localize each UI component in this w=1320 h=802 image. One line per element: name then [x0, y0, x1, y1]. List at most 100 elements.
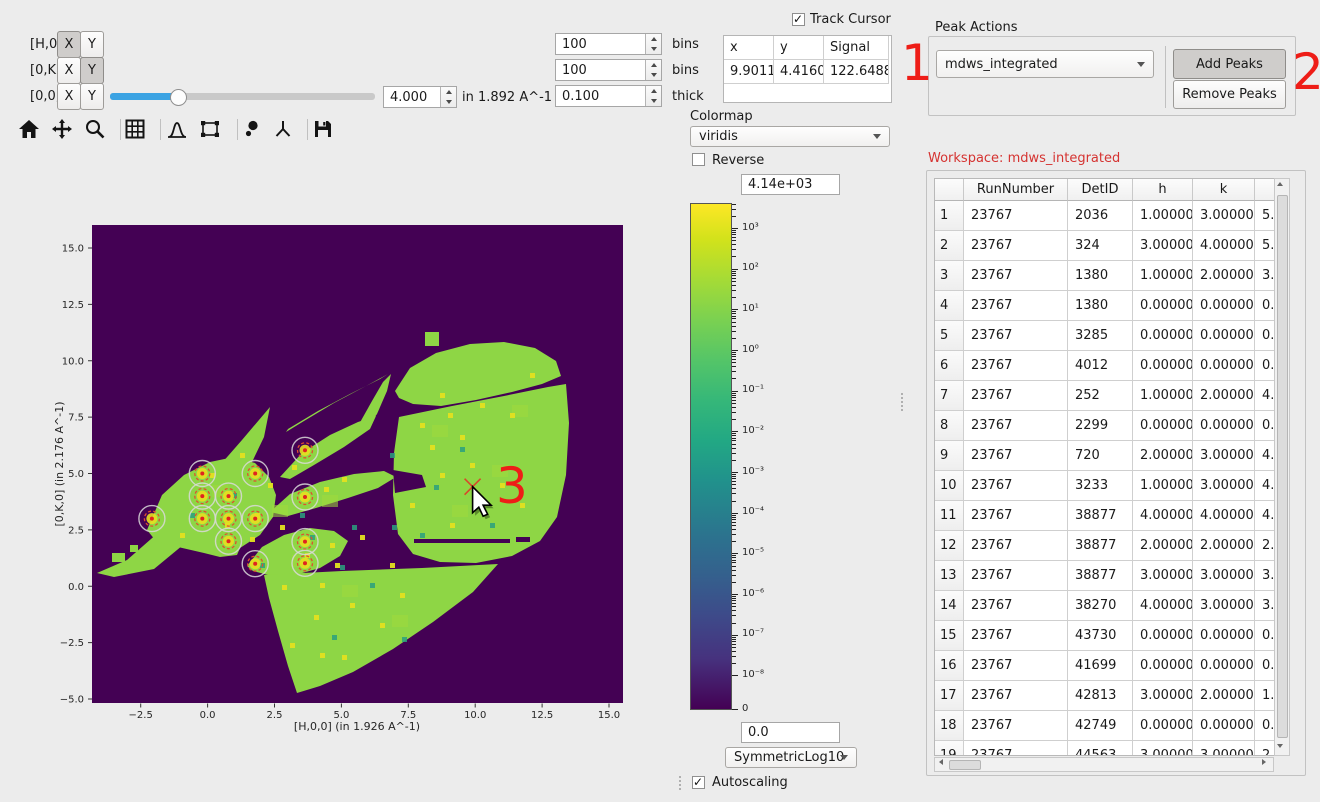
table-cell[interactable]: 4012	[1068, 351, 1133, 381]
row-header-cell[interactable]: 10	[935, 471, 964, 501]
table-row[interactable]: 82376722990.000000.000000.0	[935, 411, 1289, 441]
track-cursor-checkbox[interactable]	[792, 13, 805, 26]
remove-peaks-button[interactable]: Remove Peaks	[1173, 80, 1286, 109]
table-cell[interactable]: 0.00000	[1193, 711, 1255, 741]
table-cell[interactable]: 23767	[964, 501, 1068, 531]
table-cell[interactable]: 0.00000	[1133, 621, 1193, 651]
row-header-cell[interactable]: 6	[935, 351, 964, 381]
table-cell[interactable]: 1.00000	[1133, 261, 1193, 291]
scroll-right-icon[interactable]	[1262, 759, 1266, 765]
row-header-cell[interactable]: 4	[935, 291, 964, 321]
table-row[interactable]: 1323767388773.000003.000003.0	[935, 561, 1289, 591]
table-cell[interactable]: 23767	[964, 681, 1068, 711]
table-cell[interactable]: 23767	[964, 711, 1068, 741]
table-cell[interactable]: 2036	[1068, 201, 1133, 231]
splitter-handle[interactable]	[679, 776, 681, 790]
table-cell[interactable]: 23767	[964, 531, 1068, 561]
table-cell[interactable]: 38877	[1068, 531, 1133, 561]
table-cell[interactable]: 23767	[964, 621, 1068, 651]
splitter-handle[interactable]	[901, 393, 903, 411]
row-header-cell[interactable]: 12	[935, 531, 964, 561]
table-cell[interactable]: 23767	[964, 381, 1068, 411]
peaks-table-column-header[interactable]: k	[1193, 179, 1255, 201]
table-cell[interactable]: 2.00000	[1133, 531, 1193, 561]
row-header-cell[interactable]: 3	[935, 261, 964, 291]
table-cell[interactable]: 1.00000	[1133, 201, 1193, 231]
row-header-cell[interactable]: 19	[935, 741, 964, 756]
thick-spin-arrows[interactable]	[645, 86, 661, 106]
table-cell[interactable]: 38877	[1068, 561, 1133, 591]
zoom-icon[interactable]	[84, 118, 106, 140]
cmap-min-input[interactable]: 0.0	[741, 722, 840, 743]
y-bins-spin-arrows[interactable]	[645, 60, 661, 80]
table-cell[interactable]: 3.00000	[1133, 741, 1193, 756]
table-cell[interactable]: 38877	[1068, 501, 1133, 531]
table-cell[interactable]: 720	[1068, 441, 1133, 471]
peaks-table[interactable]: RunNumberDetIDhk12376720361.000003.00000…	[934, 178, 1290, 756]
table-row[interactable]: 2237673243.000004.000005.0	[935, 231, 1289, 261]
row-header-cell[interactable]: 15	[935, 621, 964, 651]
cmap-max-input[interactable]: 4.14e+03	[741, 174, 840, 195]
k-y-button[interactable]: Y	[80, 57, 104, 84]
table-cell[interactable]: 1380	[1068, 291, 1133, 321]
table-cell[interactable]: 3.00000	[1133, 561, 1193, 591]
table-cell[interactable]: 23767	[964, 441, 1068, 471]
table-row[interactable]: 1923767445633.000003.000002.0	[935, 741, 1289, 756]
table-cell[interactable]: 4.00000	[1193, 501, 1255, 531]
table-cell[interactable]: 3.00000	[1193, 561, 1255, 591]
hscroll-thumb[interactable]	[949, 760, 981, 770]
table-cell[interactable]: 3.00000	[1133, 681, 1193, 711]
table-cell[interactable]: 23767	[964, 351, 1068, 381]
table-cell[interactable]: 4.00000	[1133, 591, 1193, 621]
home-icon[interactable]	[18, 118, 40, 140]
table-cell[interactable]: 2.00000	[1193, 681, 1255, 711]
peaks-table-column-header[interactable]: h	[1133, 179, 1193, 201]
table-cell[interactable]: 23767	[964, 561, 1068, 591]
peaks-table-column-header[interactable]: DetID	[1068, 179, 1133, 201]
colormap-combobox[interactable]: viridis	[690, 126, 890, 147]
table-cell[interactable]: 43730	[1068, 621, 1133, 651]
x-bins-spinbox[interactable]: 100	[555, 33, 662, 55]
table-cell[interactable]: 3.00000	[1193, 741, 1255, 756]
table-cell[interactable]: 23767	[964, 291, 1068, 321]
table-cell[interactable]: 3.00000	[1193, 591, 1255, 621]
table-cell[interactable]: 0.00000	[1193, 291, 1255, 321]
table-cell[interactable]: 0.00000	[1133, 651, 1193, 681]
table-row[interactable]: 12376720361.000003.000005.0	[935, 201, 1289, 231]
row-header-cell[interactable]: 9	[935, 441, 964, 471]
peaks-overlay-icon[interactable]	[240, 118, 262, 140]
table-cell[interactable]: 2.00000	[1193, 531, 1255, 561]
table-cell[interactable]: 1.00000	[1133, 381, 1193, 411]
table-cell[interactable]: 0.00000	[1193, 411, 1255, 441]
table-row[interactable]: 1423767382704.000003.000003.0	[935, 591, 1289, 621]
table-cell[interactable]: 2.00000	[1133, 441, 1193, 471]
table-cell[interactable]: 23767	[964, 591, 1068, 621]
table-row[interactable]: 52376732850.000000.000000.0	[935, 321, 1289, 351]
peaks-table-vscrollbar[interactable]	[1274, 178, 1290, 756]
y-bins-spinbox[interactable]: 100	[555, 59, 662, 81]
scroll-up-icon[interactable]	[1277, 182, 1283, 186]
table-cell[interactable]: 42749	[1068, 711, 1133, 741]
l-y-button[interactable]: Y	[80, 83, 104, 110]
table-cell[interactable]: 0.00000	[1133, 711, 1193, 741]
table-row[interactable]: 1123767388774.000004.000004.0	[935, 501, 1289, 531]
l-x-button[interactable]: X	[57, 83, 81, 110]
row-header-cell[interactable]: 5	[935, 321, 964, 351]
table-row[interactable]: 1623767416990.000000.000000.0	[935, 651, 1289, 681]
table-cell[interactable]: 0.00000	[1133, 291, 1193, 321]
autoscaling-checkbox[interactable]	[692, 776, 705, 789]
pan-icon[interactable]	[51, 118, 73, 140]
table-cell[interactable]: 0.00000	[1193, 621, 1255, 651]
table-row[interactable]: 1723767428133.000002.000001.0	[935, 681, 1289, 711]
peaks-table-hscrollbar[interactable]	[934, 757, 1274, 772]
table-cell[interactable]: 4.00000	[1133, 501, 1193, 531]
table-cell[interactable]: 3.00000	[1193, 471, 1255, 501]
table-cell[interactable]: 4.00000	[1193, 231, 1255, 261]
table-cell[interactable]: 3.00000	[1193, 201, 1255, 231]
add-peaks-button[interactable]: Add Peaks	[1173, 49, 1286, 79]
table-row[interactable]: 1223767388772.000002.000002.0	[935, 531, 1289, 561]
l-slider-handle[interactable]	[170, 89, 187, 106]
vscroll-thumb[interactable]	[1277, 195, 1288, 738]
table-cell[interactable]: 23767	[964, 261, 1068, 291]
row-header-cell[interactable]: 13	[935, 561, 964, 591]
